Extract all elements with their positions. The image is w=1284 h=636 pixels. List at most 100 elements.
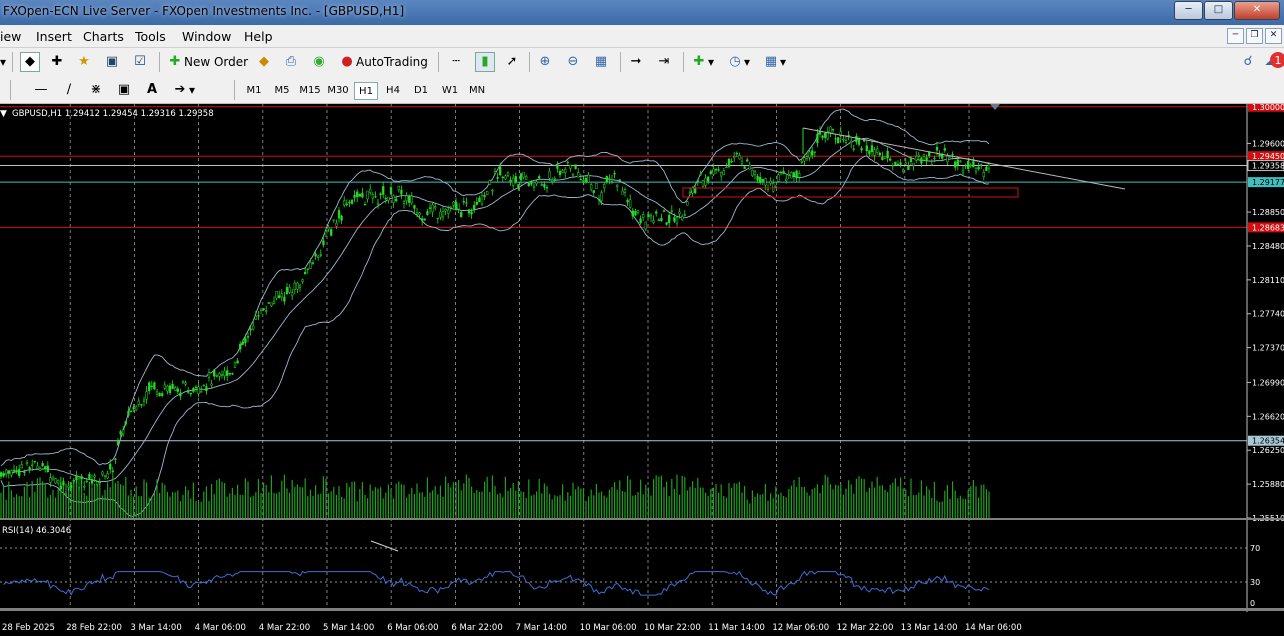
candle-body	[405, 195, 408, 202]
zoom-out-icon[interactable]: ⊖	[564, 52, 582, 72]
candle-body	[480, 195, 484, 205]
menu-tools[interactable]: Tools	[135, 29, 166, 44]
chart-shift-icon[interactable]: ⇥	[655, 52, 673, 72]
candle-body	[597, 198, 601, 201]
tf-mn[interactable]: MN	[465, 82, 489, 100]
price-tick-label: 1.29600	[1252, 139, 1284, 148]
fibonacci-icon[interactable]: ⋇	[87, 80, 105, 100]
candle-body	[852, 148, 855, 150]
close-button[interactable]: ✕	[1234, 1, 1280, 20]
candle-body	[278, 295, 281, 298]
candle-body	[834, 138, 837, 140]
new-order-button[interactable]: ✚ New Order	[166, 52, 249, 72]
candle-body	[774, 186, 777, 188]
candle-body	[384, 197, 387, 200]
candle-body	[488, 180, 491, 185]
candle-body	[649, 215, 653, 218]
tf-w1[interactable]: W1	[438, 82, 462, 100]
candle-body	[951, 153, 954, 156]
chart-header-icon[interactable]: ▼	[0, 109, 7, 119]
autotrading-label: AutoTrading	[356, 55, 428, 69]
candlestick-icon[interactable]: ▮	[475, 52, 495, 72]
bar-chart-icon[interactable]: ┄	[447, 52, 465, 72]
candle-body	[187, 390, 190, 393]
autoscroll-icon[interactable]: ➞	[627, 52, 645, 72]
candle-body	[865, 145, 868, 152]
tf-h4[interactable]: H4	[382, 82, 404, 100]
periods-icon[interactable]: ◷ ▾	[726, 52, 750, 72]
candle-body	[267, 302, 270, 304]
menu-insert[interactable]: Insert	[36, 29, 72, 44]
crosshair-icon[interactable]: ✚	[48, 52, 66, 72]
notification-badge[interactable]: 1	[1270, 52, 1284, 68]
tf-h1[interactable]: H1	[354, 82, 378, 100]
trendline-icon[interactable]: ∕	[60, 80, 78, 100]
print-icon[interactable]: ⎙	[282, 52, 300, 72]
text-tool-icon[interactable]: A	[143, 80, 161, 100]
signal-icon[interactable]: ◉	[310, 52, 328, 72]
candle-body	[18, 469, 21, 476]
maximize-button[interactable]: □	[1204, 1, 1233, 20]
candle-body	[376, 202, 380, 205]
candle-body	[696, 180, 699, 182]
tf-d1[interactable]: D1	[410, 82, 432, 100]
candle-body	[785, 178, 788, 181]
price-tick-label: 1.26990	[1252, 378, 1284, 387]
channel-icon[interactable]: ▣	[115, 80, 133, 100]
strategy-tester-icon[interactable]: ☑	[131, 52, 149, 72]
arrows-icon[interactable]: ➔ ▾	[171, 80, 195, 100]
price-chart[interactable]: 1.29600 1.28850 1.28480 1.28110 1.27740 1.273…	[0, 104, 1284, 636]
menu-charts[interactable]: Charts	[83, 29, 124, 44]
candle-body	[621, 190, 624, 195]
candle-body	[720, 172, 723, 177]
candle-body	[795, 170, 798, 179]
zoom-in-icon[interactable]: ⊕	[536, 52, 554, 72]
candle-body	[254, 315, 257, 320]
minimize-button[interactable]: ─	[1174, 1, 1203, 20]
horizontal-line-icon[interactable]: —	[32, 80, 50, 100]
experts-icon[interactable]: ◆	[255, 52, 273, 72]
candle-body	[0, 472, 3, 477]
candle-body	[956, 159, 959, 166]
candle-body	[244, 338, 247, 344]
rsi-label: RSI(14) 46.3046	[2, 526, 71, 536]
search-icon[interactable]: ☌	[1239, 52, 1257, 72]
dropdown-arrow-icon[interactable]: ▾	[0, 52, 6, 72]
tf-m1[interactable]: M1	[242, 82, 266, 100]
mdi-minimize-button[interactable]: ─	[1227, 28, 1244, 44]
tf-m30[interactable]: M30	[324, 82, 352, 100]
candle-body	[579, 178, 582, 181]
candle-body	[670, 210, 673, 212]
candle-body	[512, 177, 515, 186]
candle-body	[236, 360, 239, 364]
navigator-icon[interactable]: ★	[75, 52, 93, 72]
autotrading-button[interactable]: ● AutoTrading	[338, 52, 428, 72]
candle-body	[496, 177, 499, 179]
candle-body	[337, 210, 341, 219]
tile-windows-icon[interactable]: ▦	[592, 52, 610, 72]
templates-icon[interactable]: ▦ ▾	[762, 52, 786, 72]
indicators-icon[interactable]: ✚ ▾	[690, 52, 714, 72]
candle-body	[343, 200, 346, 206]
tf-m5[interactable]: M5	[270, 82, 294, 100]
candle-body	[740, 160, 744, 165]
terminal-icon[interactable]: ▣	[103, 52, 121, 72]
candle-body	[454, 201, 458, 210]
mdi-close-button[interactable]: ✕	[1265, 28, 1282, 44]
mdi-restore-button[interactable]: ❐	[1246, 28, 1263, 44]
time-tick-label: 6 Mar 06:00	[387, 623, 438, 633]
market-watch-icon[interactable]: ◆	[20, 52, 40, 72]
tf-m15[interactable]: M15	[296, 82, 324, 100]
menu-window[interactable]: Window	[182, 29, 231, 44]
candle-body	[811, 150, 814, 156]
candle-body	[64, 493, 68, 496]
line-chart-icon[interactable]: ➚	[503, 52, 521, 72]
menu-view[interactable]: iew	[0, 29, 21, 44]
menu-help[interactable]: Help	[244, 29, 273, 44]
candle-body	[675, 217, 679, 224]
candle-body	[103, 475, 107, 477]
candle-body	[878, 152, 881, 156]
candle-body	[982, 172, 985, 177]
candle-body	[218, 373, 221, 377]
candle-body	[582, 180, 585, 182]
